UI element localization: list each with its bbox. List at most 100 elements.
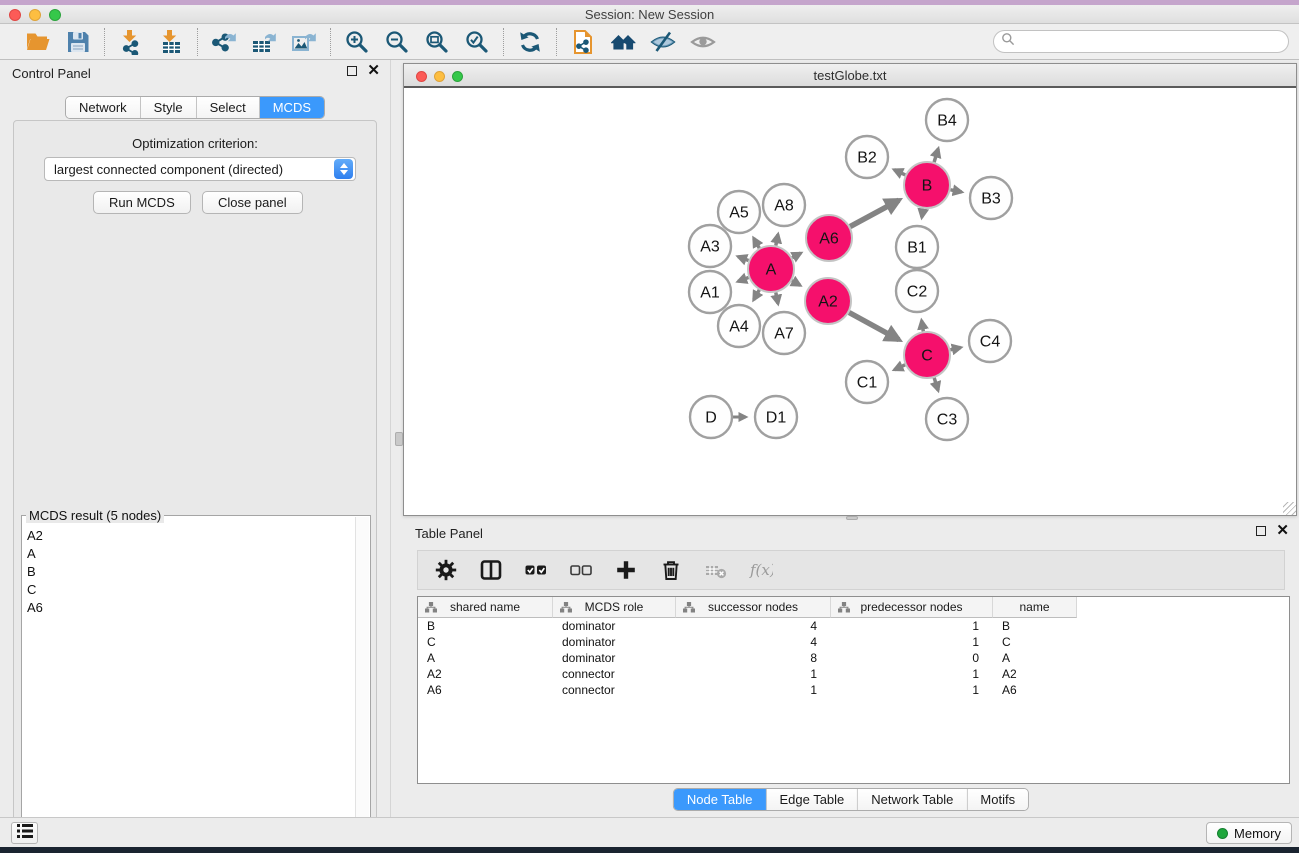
result-scrollbar[interactable]: [355, 517, 369, 851]
graph-node-B[interactable]: B: [904, 162, 950, 208]
result-item[interactable]: A6: [22, 598, 354, 616]
graph-edge-A-A1[interactable]: [738, 278, 748, 282]
table-cell[interactable]: B: [993, 618, 1077, 634]
table-cell[interactable]: B: [418, 618, 553, 634]
criterion-dropdown[interactable]: largest connected component (directed): [44, 157, 356, 181]
import-table-icon[interactable]: [156, 27, 186, 57]
graph-edge-B-B2[interactable]: [894, 170, 905, 175]
table-cell[interactable]: 1: [831, 682, 993, 698]
table-row[interactable]: Cdominator41C: [418, 634, 1289, 650]
graph-edge-C-C4[interactable]: [950, 348, 960, 350]
table-cell[interactable]: 0: [831, 650, 993, 666]
table-row[interactable]: Adominator80A: [418, 650, 1289, 666]
tab-style[interactable]: Style: [141, 97, 197, 118]
graph-node-C4[interactable]: C4: [969, 320, 1011, 362]
zoom-out-icon[interactable]: [382, 27, 412, 57]
table-cell[interactable]: dominator: [553, 618, 676, 634]
network-window-titlebar[interactable]: testGlobe.txt: [404, 64, 1296, 88]
tab-select[interactable]: Select: [197, 97, 260, 118]
column-header-shared-name[interactable]: shared name: [418, 597, 553, 618]
close-panel-icon[interactable]: ✕: [367, 66, 380, 76]
graph-edge-B-B1[interactable]: [922, 209, 923, 218]
result-item[interactable]: A: [22, 544, 354, 562]
graph-edge-A-A6[interactable]: [792, 253, 801, 258]
graph-node-A4[interactable]: A4: [718, 305, 760, 347]
graph-edge-B-B3[interactable]: [951, 190, 962, 192]
delete-icon[interactable]: [657, 556, 685, 584]
network-doc-icon[interactable]: [568, 27, 598, 57]
table-cell[interactable]: 4: [676, 634, 831, 650]
table-cell[interactable]: C: [418, 634, 553, 650]
search-field[interactable]: [993, 30, 1289, 53]
search-input[interactable]: [1015, 33, 1288, 51]
home-icon[interactable]: [608, 27, 638, 57]
table-cell[interactable]: 1: [831, 666, 993, 682]
table-cell[interactable]: 1: [831, 634, 993, 650]
export-network-icon[interactable]: [209, 27, 239, 57]
graph-node-B3[interactable]: B3: [970, 177, 1012, 219]
float-table-panel-icon[interactable]: [1256, 526, 1266, 536]
table-cell[interactable]: dominator: [553, 634, 676, 650]
table-row[interactable]: Bdominator41B: [418, 618, 1289, 634]
graph-edge-C-C2[interactable]: [922, 321, 924, 332]
graph-node-B2[interactable]: B2: [846, 136, 888, 178]
graph-node-D[interactable]: D: [690, 396, 732, 438]
graph-node-C2[interactable]: C2: [896, 270, 938, 312]
result-item[interactable]: B: [22, 562, 354, 580]
graph-edge-C-C3[interactable]: [934, 378, 938, 391]
graph-edge-B-B4[interactable]: [934, 149, 938, 162]
graph-node-A3[interactable]: A3: [689, 225, 731, 267]
network-canvas[interactable]: B4B2BB3A5A8A6A3AB1A1A2C2A4A7C4CC1DD1C3: [404, 90, 1296, 515]
close-panel-button[interactable]: Close panel: [202, 191, 303, 214]
graph-edge-C-C1[interactable]: [894, 365, 905, 370]
result-item[interactable]: C: [22, 580, 354, 598]
table-cell[interactable]: C: [993, 634, 1077, 650]
table-cell[interactable]: dominator: [553, 650, 676, 666]
tab-network[interactable]: Network: [66, 97, 141, 118]
vertical-scroll-thumb[interactable]: [395, 432, 403, 446]
tab-network-table[interactable]: Network Table: [858, 789, 967, 810]
table-cell[interactable]: 1: [676, 666, 831, 682]
task-history-button[interactable]: [11, 822, 38, 844]
export-image-icon[interactable]: [289, 27, 319, 57]
table-cell[interactable]: A2: [418, 666, 553, 682]
zoom-fit-icon[interactable]: [422, 27, 452, 57]
graph-node-C3[interactable]: C3: [926, 398, 968, 440]
table-row[interactable]: A6connector11A6: [418, 682, 1289, 698]
table-row[interactable]: A2connector11A2: [418, 666, 1289, 682]
graph-node-A7[interactable]: A7: [763, 312, 805, 354]
graph-node-B1[interactable]: B1: [896, 226, 938, 268]
column-header-predecessor-nodes[interactable]: predecessor nodes: [831, 597, 993, 618]
graph-node-A2[interactable]: A2: [805, 278, 851, 324]
column-header-name[interactable]: name: [993, 597, 1077, 618]
zoom-selected-icon[interactable]: [462, 27, 492, 57]
float-panel-icon[interactable]: [347, 66, 357, 76]
graph-node-A1[interactable]: A1: [689, 271, 731, 313]
tab-node-table[interactable]: Node Table: [674, 789, 767, 810]
graph-node-A8[interactable]: A8: [763, 184, 805, 226]
refresh-icon[interactable]: [515, 27, 545, 57]
tab-edge-table[interactable]: Edge Table: [766, 789, 858, 810]
graph-node-B4[interactable]: B4: [926, 99, 968, 141]
graph-edge-A-A3[interactable]: [738, 257, 748, 261]
select-all-icon[interactable]: [522, 556, 550, 584]
graph-node-D1[interactable]: D1: [755, 396, 797, 438]
column-header-MCDS-role[interactable]: MCDS role: [553, 597, 676, 618]
graph-edge-A2-C[interactable]: [849, 313, 899, 340]
graph-node-C1[interactable]: C1: [846, 361, 888, 403]
memory-button[interactable]: Memory: [1206, 822, 1292, 844]
import-network-icon[interactable]: [116, 27, 146, 57]
graph-edge-A-A8[interactable]: [776, 234, 778, 245]
tab-mcds[interactable]: MCDS: [260, 97, 324, 118]
table-cell[interactable]: 1: [831, 618, 993, 634]
resize-grip[interactable]: [1283, 502, 1296, 515]
table-cell[interactable]: 8: [676, 650, 831, 666]
table-cell[interactable]: A: [993, 650, 1077, 666]
columns-icon[interactable]: [477, 556, 505, 584]
zoom-in-icon[interactable]: [342, 27, 372, 57]
graph-node-A5[interactable]: A5: [718, 191, 760, 233]
column-header-successor-nodes[interactable]: successor nodes: [676, 597, 831, 618]
graph-edge-A-A7[interactable]: [776, 293, 778, 304]
open-session-icon[interactable]: [23, 27, 53, 57]
graph-node-A6[interactable]: A6: [806, 215, 852, 261]
